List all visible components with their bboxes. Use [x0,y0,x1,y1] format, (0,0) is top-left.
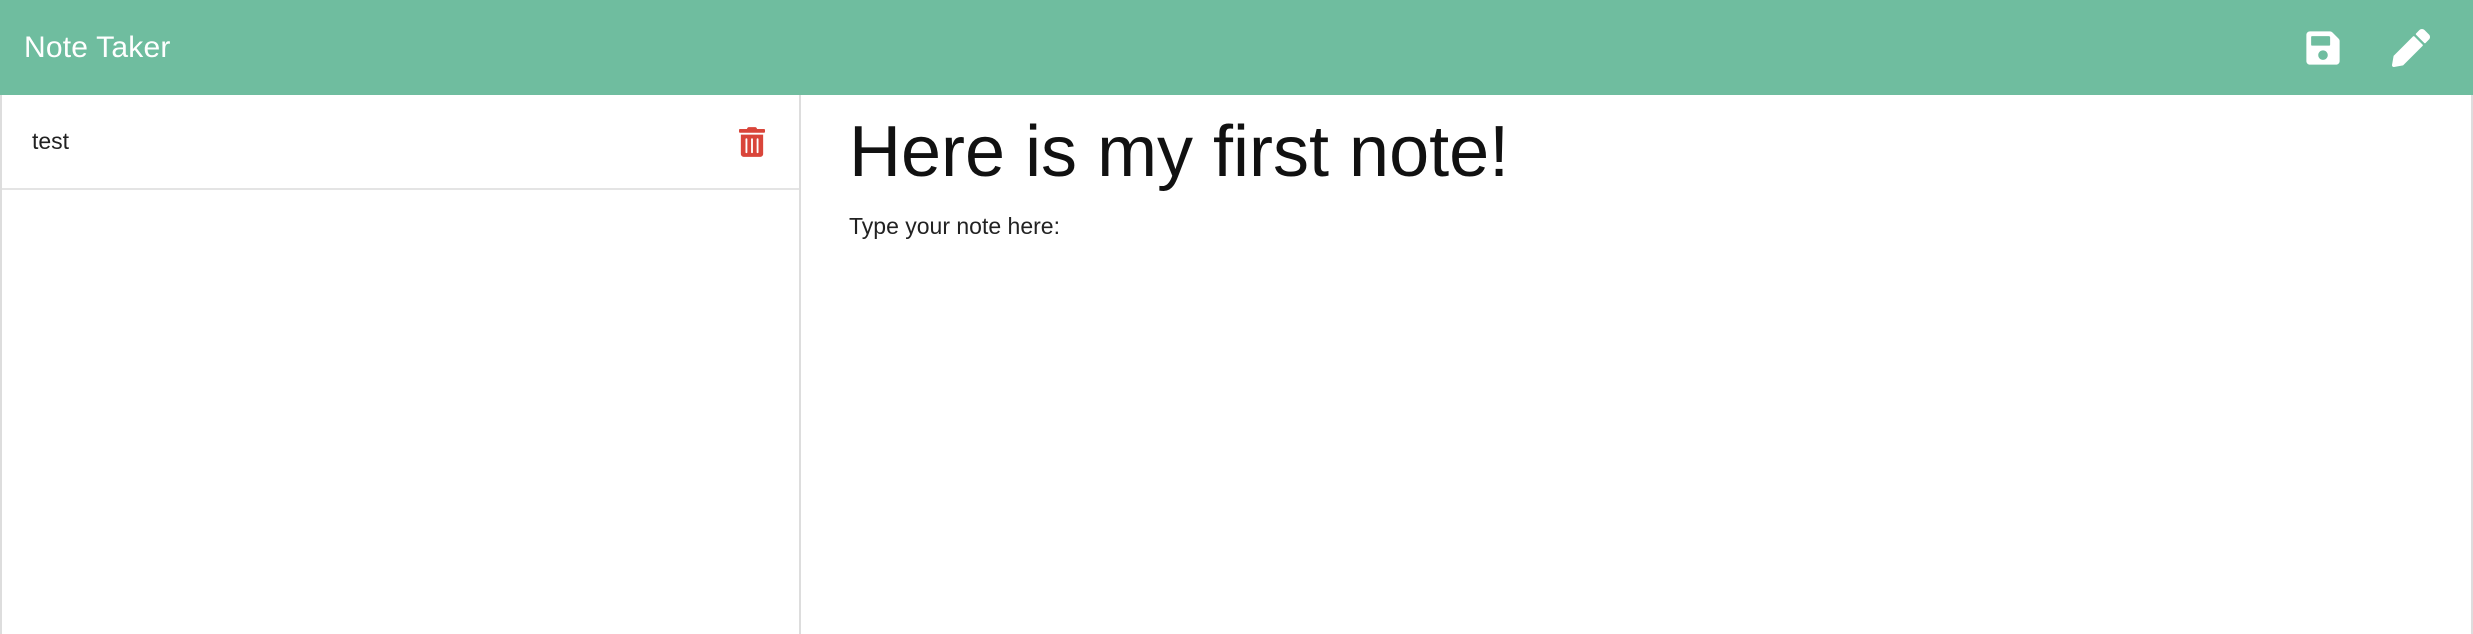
note-title: test [32,128,70,154]
note-text-input[interactable]: Type your note here: [849,213,2431,240]
new-note-button[interactable] [2389,26,2433,70]
trash-icon [739,126,765,157]
note-title-input[interactable]: Here is my first note! [849,109,2431,195]
save-note-button[interactable] [2301,26,2345,70]
notes-sidebar: test [0,95,801,634]
note-editor: Here is my first note! Type your note he… [801,95,2473,634]
floppy-disk-icon [2306,30,2340,65]
nav-actions [2301,26,2433,70]
note-taker-app: Note Taker test Here is my first note! T… [0,0,2473,634]
note-list: test [2,95,799,190]
brand-link[interactable]: Note Taker [24,31,171,65]
main-content: test Here is my first note! Type your no… [0,95,2473,634]
list-item[interactable]: test [2,95,799,190]
delete-note-button[interactable] [735,125,769,159]
navbar: Note Taker [0,0,2473,95]
pencil-icon [2392,28,2430,67]
